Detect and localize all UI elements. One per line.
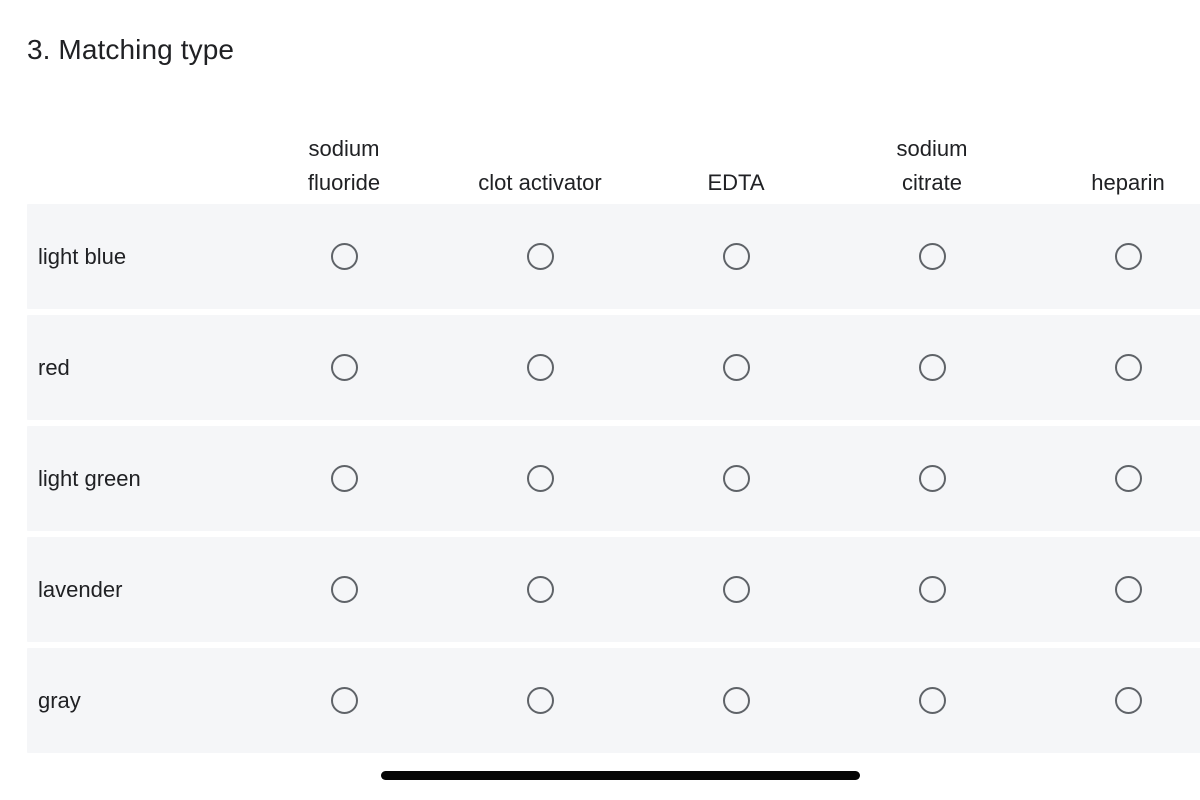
radio-cell-gray-clot-activator[interactable] (442, 687, 638, 714)
radio-unselected-icon[interactable] (722, 687, 750, 714)
radio-cell-lavender-clot-activator[interactable] (442, 576, 638, 603)
radio-unselected-icon[interactable] (1114, 465, 1142, 492)
radio-cell-light-blue-sodium-citrate[interactable] (834, 243, 1030, 270)
matrix-row-lavender: lavender (27, 537, 1200, 642)
radio-cell-light-blue-sodium-fluoride[interactable] (246, 243, 442, 270)
matrix-column-headers: sodium fluoride clot activator EDTA sodi… (27, 112, 1200, 204)
column-header-line-1: sodium (308, 136, 380, 161)
radio-unselected-icon[interactable] (722, 354, 750, 381)
column-header-line-1: sodium (896, 136, 968, 161)
radio-cell-light-green-sodium-citrate[interactable] (834, 465, 1030, 492)
radio-cell-light-green-sodium-fluoride[interactable] (246, 465, 442, 492)
matrix-row-light-blue: light blue (27, 204, 1200, 309)
radio-cell-lavender-sodium-citrate[interactable] (834, 576, 1030, 603)
column-header-line-1: EDTA (707, 170, 765, 195)
radio-unselected-icon[interactable] (526, 576, 554, 603)
radio-cell-gray-edta[interactable] (638, 687, 834, 714)
column-header-line-1: clot activator (478, 170, 602, 195)
matrix-row-light-green: light green (27, 426, 1200, 531)
row-label-red: red (38, 354, 70, 380)
radio-cell-lavender-sodium-fluoride[interactable] (246, 576, 442, 603)
radio-cell-red-sodium-citrate[interactable] (834, 354, 1030, 381)
radio-unselected-icon[interactable] (918, 576, 946, 603)
column-header-line-2: fluoride (307, 170, 381, 195)
radio-unselected-icon[interactable] (918, 354, 946, 381)
home-indicator-bar[interactable] (381, 771, 860, 780)
radio-unselected-icon[interactable] (526, 354, 554, 381)
page-title: 3. Matching type (27, 34, 235, 65)
column-header-clot-activator: clot activator (442, 166, 638, 200)
column-header-sodium-fluoride: sodium fluoride (246, 132, 442, 200)
radio-cell-lavender-edta[interactable] (638, 576, 834, 603)
radio-unselected-icon[interactable] (526, 243, 554, 270)
matching-matrix: sodium fluoride clot activator EDTA sodi… (27, 112, 1200, 753)
row-label-gray: gray (38, 687, 81, 713)
radio-unselected-icon[interactable] (918, 243, 946, 270)
radio-unselected-icon[interactable] (1114, 354, 1142, 381)
radio-cell-red-heparin[interactable] (1030, 354, 1200, 381)
radio-unselected-icon[interactable] (1114, 243, 1142, 270)
radio-cell-red-sodium-fluoride[interactable] (246, 354, 442, 381)
radio-cell-light-green-edta[interactable] (638, 465, 834, 492)
radio-cell-red-edta[interactable] (638, 354, 834, 381)
row-label-light-green: light green (38, 465, 141, 491)
radio-cell-gray-sodium-citrate[interactable] (834, 687, 1030, 714)
matrix-row-gray: gray (27, 648, 1200, 753)
column-header-heparin: heparin (1030, 166, 1200, 200)
column-header-edta: EDTA (638, 166, 834, 200)
radio-cell-gray-heparin[interactable] (1030, 687, 1200, 714)
radio-cell-red-clot-activator[interactable] (442, 354, 638, 381)
radio-unselected-icon[interactable] (330, 354, 358, 381)
radio-unselected-icon[interactable] (918, 687, 946, 714)
radio-unselected-icon[interactable] (1114, 687, 1142, 714)
radio-unselected-icon[interactable] (330, 687, 358, 714)
radio-cell-lavender-heparin[interactable] (1030, 576, 1200, 603)
radio-unselected-icon[interactable] (722, 243, 750, 270)
radio-unselected-icon[interactable] (526, 687, 554, 714)
radio-unselected-icon[interactable] (722, 465, 750, 492)
radio-unselected-icon[interactable] (330, 465, 358, 492)
row-label-light-blue: light blue (38, 243, 127, 269)
column-header-line-2: citrate (902, 170, 962, 195)
radio-unselected-icon[interactable] (1114, 576, 1142, 603)
matrix-row-red: red (27, 315, 1200, 420)
radio-cell-light-green-clot-activator[interactable] (442, 465, 638, 492)
radio-cell-light-blue-clot-activator[interactable] (442, 243, 638, 270)
column-header-sodium-citrate: sodium citrate (834, 132, 1030, 200)
radio-cell-light-green-heparin[interactable] (1030, 465, 1200, 492)
radio-cell-light-blue-heparin[interactable] (1030, 243, 1200, 270)
radio-unselected-icon[interactable] (330, 243, 358, 270)
radio-unselected-icon[interactable] (330, 576, 358, 603)
radio-unselected-icon[interactable] (722, 576, 750, 603)
radio-unselected-icon[interactable] (918, 465, 946, 492)
row-label-lavender: lavender (38, 576, 123, 602)
radio-unselected-icon[interactable] (526, 465, 554, 492)
radio-cell-light-blue-edta[interactable] (638, 243, 834, 270)
column-header-line-1: heparin (1091, 170, 1165, 195)
radio-cell-gray-sodium-fluoride[interactable] (246, 687, 442, 714)
